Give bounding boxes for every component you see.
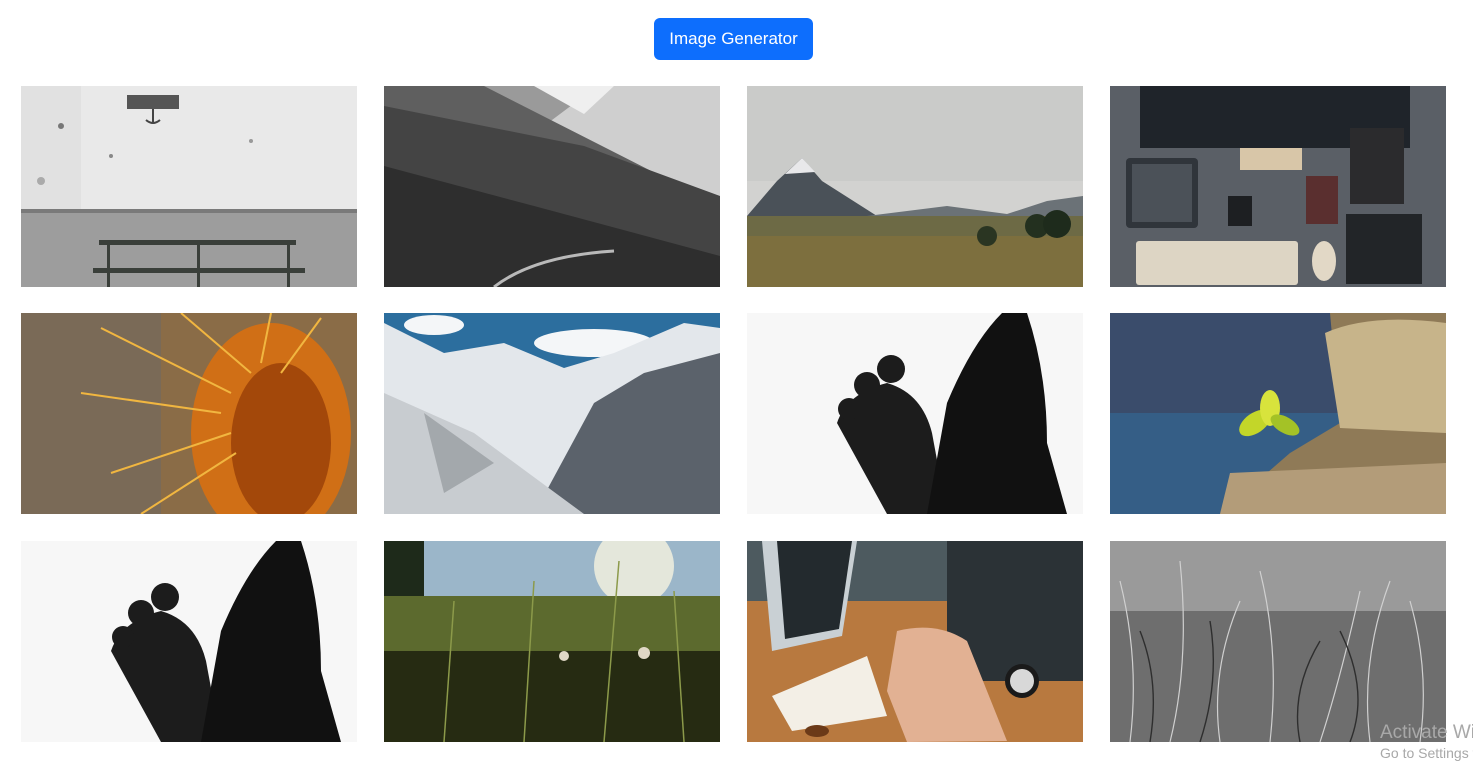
grass-sun-photo	[384, 541, 720, 742]
gallery-image-laptop[interactable]	[747, 541, 1083, 742]
mountain-bw-photo	[384, 86, 720, 287]
feet-photo-2	[21, 541, 357, 742]
snowy-mountains-photo	[384, 313, 720, 514]
bench-photo	[21, 86, 357, 287]
gallery-image-bench[interactable]	[21, 86, 357, 287]
gallery-image-grass-bw[interactable]	[1110, 541, 1446, 742]
gallery-image-cactus[interactable]	[21, 313, 357, 514]
gallery-image-snowy-mountains[interactable]	[384, 313, 720, 514]
gallery-image-feet[interactable]	[747, 313, 1083, 514]
cactus-photo	[21, 313, 357, 514]
image-generator-button[interactable]: Image Generator	[654, 18, 813, 60]
laptop-photo	[747, 541, 1083, 742]
header-bar: Image Generator	[0, 0, 1473, 70]
gallery-image-feet-2[interactable]	[21, 541, 357, 742]
feet-photo	[747, 313, 1083, 514]
gallery-image-valley[interactable]	[747, 86, 1083, 287]
watermark-line2: Go to Settings to activate Windows.	[1380, 745, 1473, 761]
sprout-photo	[1110, 313, 1446, 514]
watermark-line1: Activate Windows	[1380, 722, 1473, 743]
gallery-image-desk[interactable]	[1110, 86, 1446, 287]
gallery-image-sprout[interactable]	[1110, 313, 1446, 514]
valley-photo	[747, 86, 1083, 287]
os-activation-watermark: Activate Windows Go to Settings to activ…	[1380, 722, 1473, 766]
desk-photo	[1110, 86, 1446, 287]
grass-bw-photo	[1110, 541, 1446, 742]
gallery-image-grass-sun[interactable]	[384, 541, 720, 742]
gallery-image-mountain-bw[interactable]	[384, 86, 720, 287]
